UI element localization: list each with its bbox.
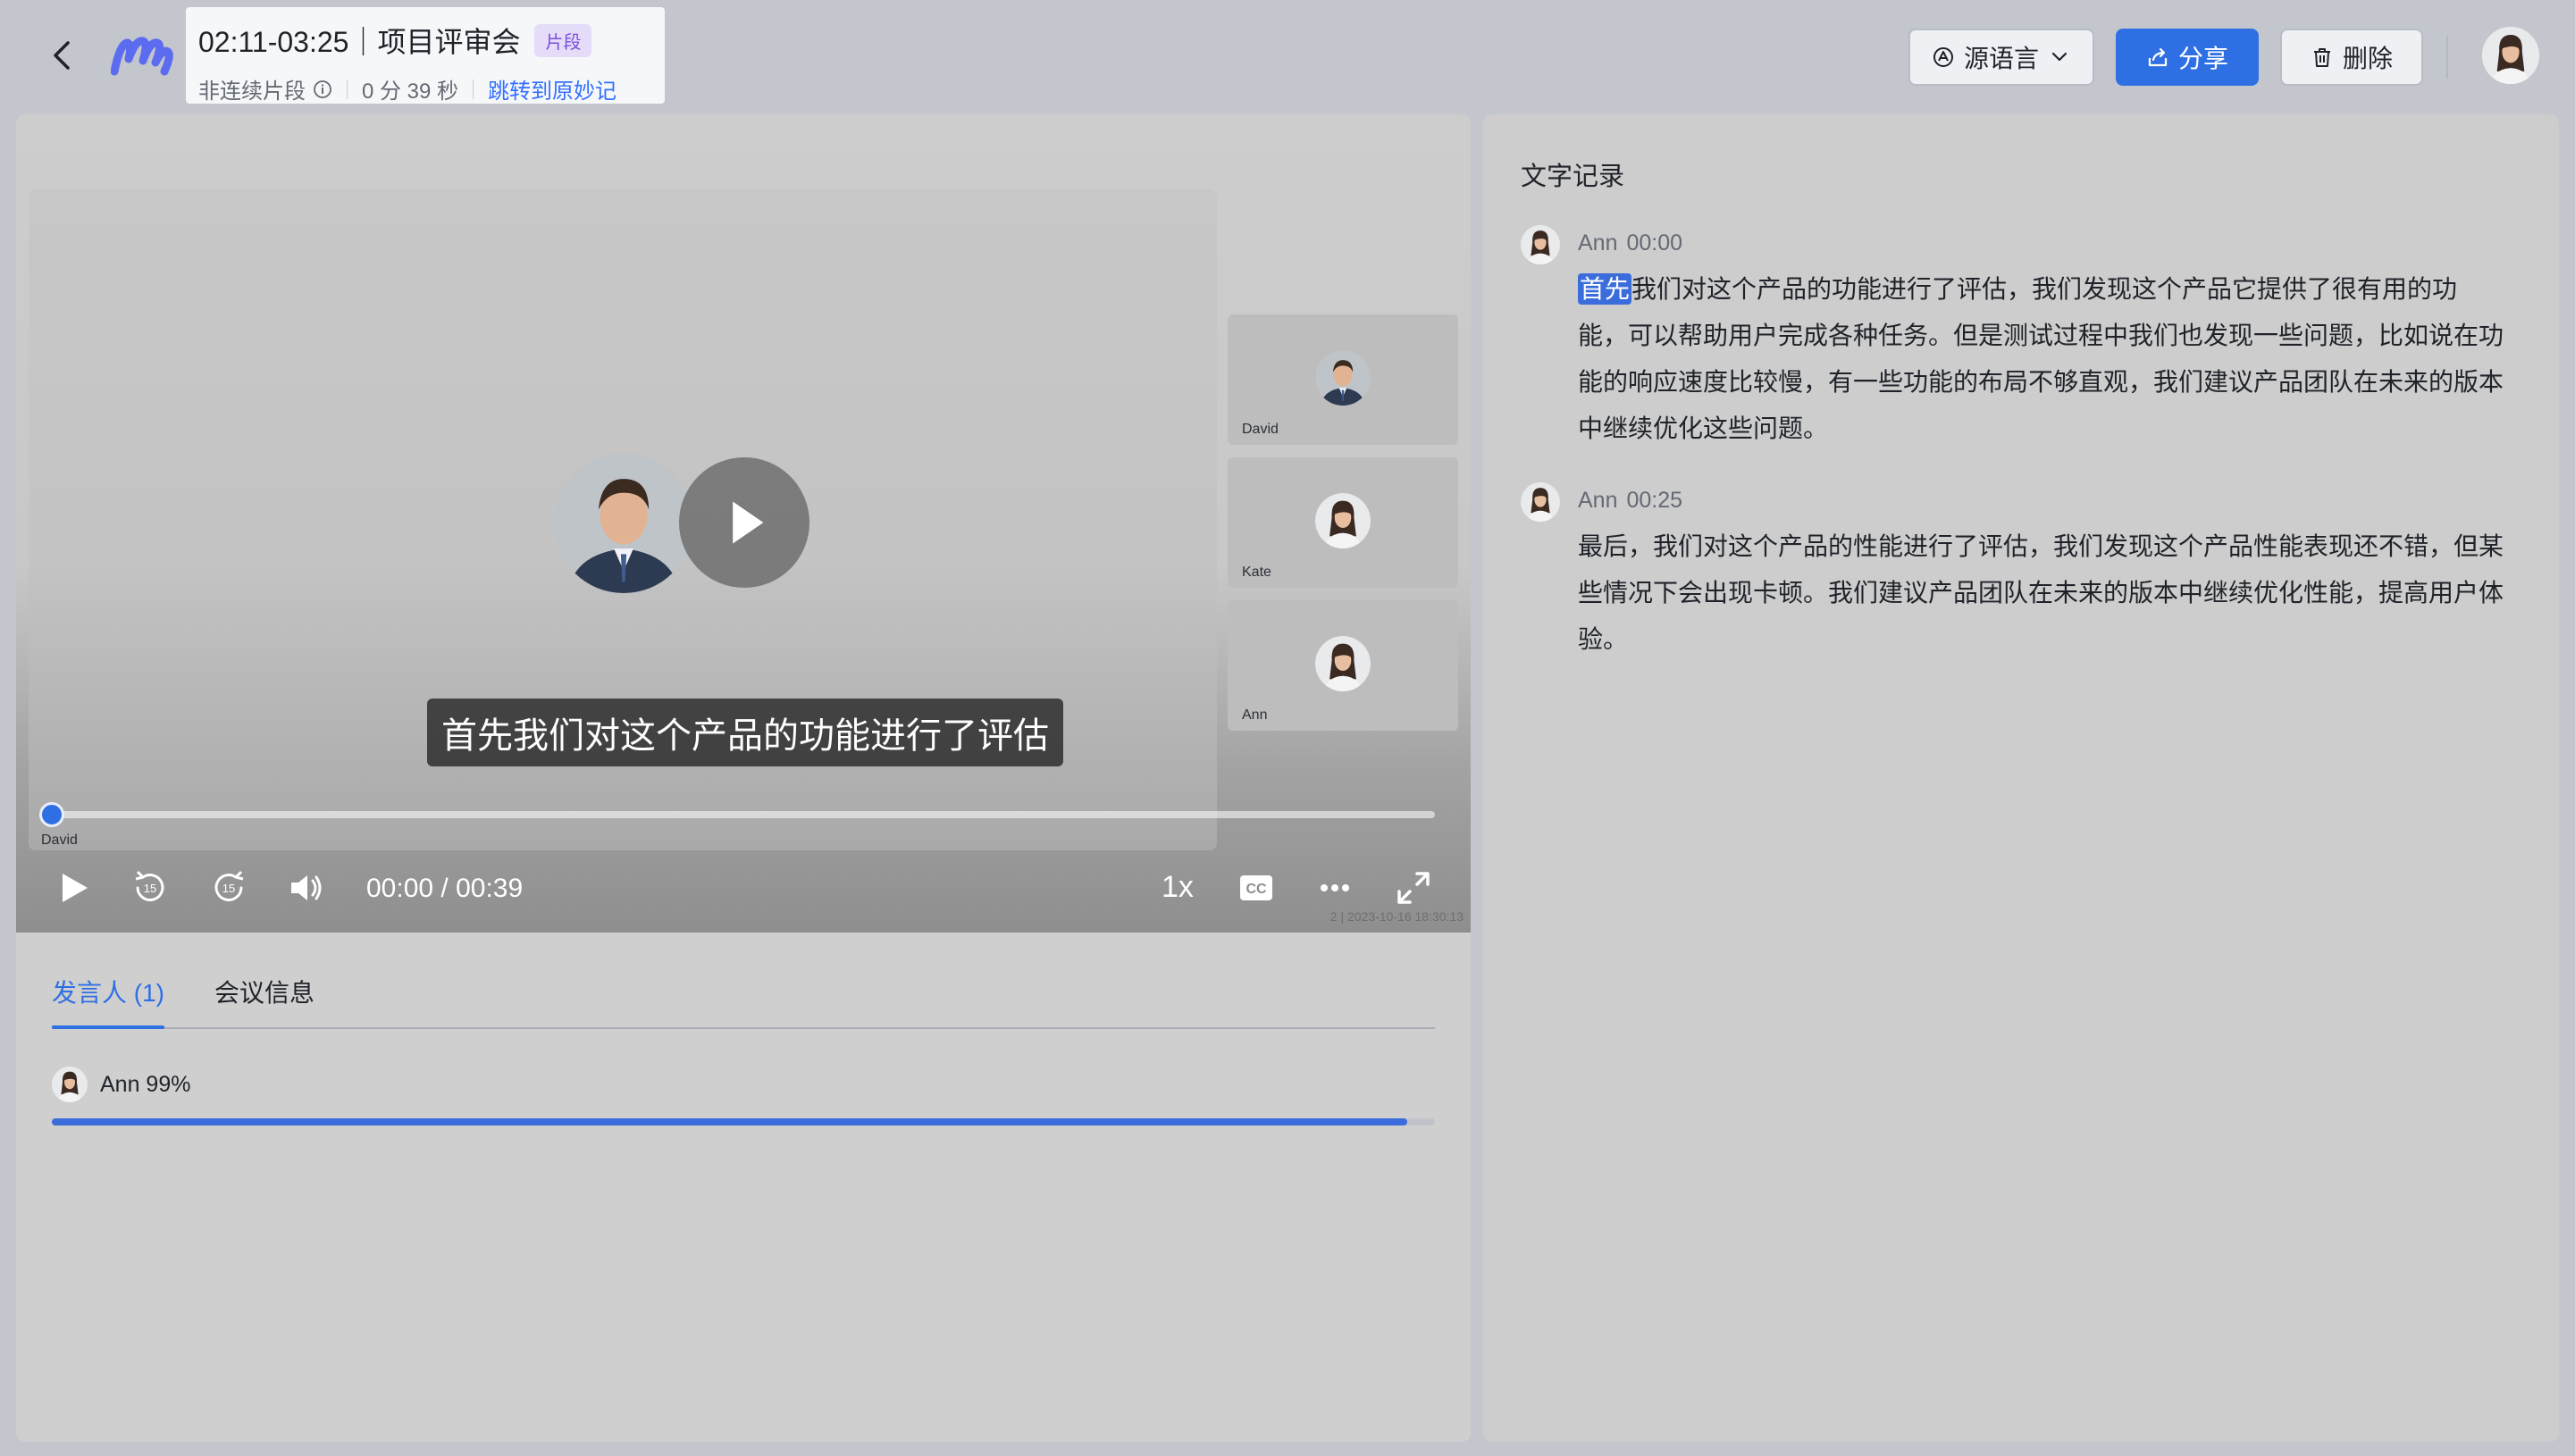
participant-avatar <box>1315 493 1371 548</box>
more-icon[interactable] <box>1313 866 1356 909</box>
transcript-entry[interactable]: Ann 00:25 最后，我们对这个产品的性能进行了评估，我们发现这个产品性能表现… <box>1521 482 2521 679</box>
segment-type: 非连续片段 <box>198 79 306 104</box>
title-card: 02:11-03:25｜项目评审会 片段 非连续片段 0 分 39 秒 跳转到原… <box>186 7 665 104</box>
participant-thumb-ann[interactable]: Ann <box>1228 600 1458 731</box>
transcript-text[interactable]: 最后，我们对这个产品的性能进行了评估，我们发现这个产品性能表现还不错，但某些情况… <box>1578 523 2507 663</box>
time-display: 00:00 / 00:39 <box>366 874 524 903</box>
segment-duration: 0 分 39 秒 <box>362 79 459 104</box>
speaker-avatar <box>52 1067 88 1102</box>
transcript-panel: 文字记录 Ann 00:00 首先我们对这个产品的功能进行了评估，我们发现这个产品… <box>1483 114 2559 1442</box>
top-bar: 02:11-03:25｜项目评审会 片段 非连续片段 0 分 39 秒 跳转到原… <box>0 0 2575 114</box>
title-row: 02:11-03:25｜项目评审会 片段 <box>198 20 592 61</box>
transcript-entry-header: Ann 00:25 <box>1578 488 1682 514</box>
tab-meeting-info[interactable]: 会议信息 <box>214 974 315 1009</box>
transcript-entry-header: Ann 00:00 <box>1578 230 1682 256</box>
svg-text:15: 15 <box>144 882 156 895</box>
play-overlay-button[interactable] <box>679 457 809 588</box>
chevron-left-icon <box>54 41 70 70</box>
forward-15-icon[interactable]: 15 <box>207 866 250 909</box>
transcript-entry[interactable]: Ann 00:00 首先我们对这个产品的功能进行了评估，我们发现这个产品它提供了很… <box>1521 225 2521 457</box>
speaker-name: Ann <box>1578 488 1618 513</box>
speaker-avatar <box>1521 225 1560 264</box>
delete-button[interactable]: 删除 <box>2280 29 2423 86</box>
play-icon[interactable] <box>52 866 95 909</box>
source-language-label: 源语言 <box>1963 45 2039 72</box>
speaker-name: Ann <box>1578 230 1618 255</box>
delete-label: 删除 <box>2342 45 2393 72</box>
svg-text:15: 15 <box>222 882 235 895</box>
active-tab-indicator <box>52 1025 164 1029</box>
participant-avatar <box>1315 636 1371 691</box>
meta-row: 非连续片段 0 分 39 秒 跳转到原妙记 <box>198 73 616 105</box>
speaker-stat-row[interactable]: Ann 99% <box>52 1065 1435 1136</box>
participant-avatar <box>1315 350 1371 406</box>
segment-badge: 片段 <box>534 23 592 57</box>
share-icon <box>2148 47 2168 67</box>
rewind-15-icon[interactable]: 15 <box>129 866 172 909</box>
speaker-avatar <box>1521 482 1560 522</box>
participant-name: Ann <box>1242 707 1268 723</box>
video-watermark: 2 | 2023-10-16 18:30:13 <box>1329 909 1464 924</box>
transcript-text[interactable]: 首先我们对这个产品的功能进行了评估，我们发现这个产品它提供了很有用的功能，可以帮… <box>1578 266 2507 452</box>
trash-icon <box>2313 48 2330 67</box>
speaker-share-fill <box>52 1118 1408 1125</box>
active-speaker-avatar <box>554 454 693 593</box>
progress-handle[interactable] <box>39 802 64 827</box>
participant-name: David <box>1242 422 1279 437</box>
tab-speakers[interactable]: 发言人 (1) <box>52 974 164 1009</box>
svg-text:CC: CC <box>1246 882 1267 897</box>
meta-divider <box>347 79 348 99</box>
player-panel: 首先我们对这个产品的功能进行了评估 David Kate Ann David 1… <box>16 114 1471 1442</box>
playback-speed-button[interactable]: 1x <box>1162 870 1194 905</box>
video-player[interactable]: 首先我们对这个产品的功能进行了评估 David Kate Ann David 1… <box>16 114 1471 933</box>
source-language-button[interactable]: 源语言 <box>1908 29 2094 86</box>
timestamp[interactable]: 00:00 <box>1626 230 1682 255</box>
speaker-share-label: Ann 99% <box>100 1072 191 1097</box>
jump-to-original-link[interactable]: 跳转到原妙记 <box>488 73 616 105</box>
meta-divider <box>473 79 474 99</box>
topbar-divider <box>2446 36 2448 79</box>
share-label: 分享 <box>2177 45 2228 72</box>
page-title: 02:11-03:25｜项目评审会 <box>198 26 521 58</box>
video-subtitle: 首先我们对这个产品的功能进行了评估 <box>427 699 1063 766</box>
speaker-share-bar <box>52 1118 1435 1125</box>
minutes-logo-icon <box>110 32 173 80</box>
language-icon <box>1933 47 1953 67</box>
transcript-text-body: 我们对这个产品的功能进行了评估，我们发现这个产品它提供了很有用的功能，可以帮助用… <box>1578 275 2504 442</box>
play-icon <box>733 501 764 544</box>
participant-thumb-kate[interactable]: Kate <box>1228 457 1458 588</box>
cc-icon[interactable]: CC <box>1235 866 1278 909</box>
participant-thumb-david[interactable]: David <box>1228 314 1458 445</box>
back-button[interactable] <box>43 36 82 75</box>
current-word-highlight[interactable]: 首先 <box>1578 273 1632 305</box>
fullscreen-icon[interactable] <box>1392 866 1435 909</box>
chevron-down-icon <box>2051 52 2068 62</box>
timestamp[interactable]: 00:25 <box>1626 488 1682 513</box>
participant-name: Kate <box>1242 565 1271 580</box>
volume-icon[interactable] <box>284 866 327 909</box>
info-icon[interactable] <box>313 79 332 99</box>
user-avatar[interactable] <box>2482 27 2539 84</box>
progress-bar[interactable] <box>52 811 1435 818</box>
player-controls: 15 15 00:00 / 00:39 1x CC 2 | 2023-10-16… <box>16 847 1471 927</box>
share-button[interactable]: 分享 <box>2116 29 2259 86</box>
transcript-title: 文字记录 <box>1521 163 1625 191</box>
info-tabs: 发言人 (1) 会议信息 <box>52 958 1435 1029</box>
